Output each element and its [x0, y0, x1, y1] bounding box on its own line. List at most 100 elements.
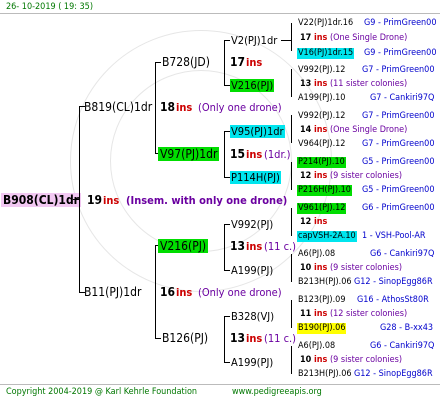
- col4-r2-count: 17: [300, 33, 312, 43]
- footer-url[interactable]: www.pedigreeapis.org: [232, 388, 322, 397]
- footer-rule: [0, 384, 440, 385]
- parent-lower-ins-word: ins: [176, 286, 193, 299]
- grandparent-4-label[interactable]: B126(PJ): [162, 332, 208, 344]
- grandparent-2-label[interactable]: V97(PJ)1dr: [158, 147, 220, 161]
- col4-r2-ins: ins: [314, 33, 328, 43]
- col4-r19-label[interactable]: B123(PJ).09: [298, 296, 345, 305]
- col4-r9-label[interactable]: V964(PJ).12: [298, 140, 345, 149]
- col4-r20-ins: ins: [314, 309, 328, 319]
- connector-g3-h1: [224, 224, 230, 225]
- grandparent-3-label[interactable]: V216(PJ): [158, 239, 209, 253]
- grandparent-1-ins-count: 17: [230, 55, 246, 69]
- grandparent-3-ins-word: ins: [246, 240, 263, 253]
- grandparent-4-note: (11 c.): [264, 332, 297, 345]
- col4-r17-ins: ins: [314, 263, 328, 273]
- parent-upper-ins-word: ins: [176, 101, 193, 114]
- col4-r20-count: 11: [300, 309, 312, 319]
- grandparent-2-ins-word: ins: [246, 148, 263, 161]
- col4-r12-suffix: G5 - PrimGreen00: [362, 185, 435, 195]
- col4-r19-suffix: G16 - AthosSt80R: [357, 295, 429, 305]
- header-rule: [0, 13, 440, 14]
- col4-r17-count: 10: [300, 263, 312, 273]
- connector-root-stub: [73, 199, 79, 200]
- col4-r3-suffix: G9 - PrimGreen00: [364, 48, 437, 58]
- grandparent-3-ins-count: 13: [230, 239, 246, 253]
- great-grandparent-7-label[interactable]: B328(VJ): [231, 311, 274, 322]
- col4-r20-note: (12 sister colonies): [330, 309, 408, 319]
- col4-r17-note: (9 sister colonies): [330, 263, 402, 273]
- col4-r13-suffix: G6 - PrimGreen00: [362, 203, 435, 213]
- connector-root: [79, 106, 80, 292]
- col4-r4-suffix: G7 - PrimGreen00: [362, 65, 435, 75]
- pedigree-canvas: 26- 10-2019 ( 19: 35) B908(CL)1dr 19 ins…: [0, 0, 440, 400]
- col4-r5-note: (11 sister colonies): [330, 79, 408, 89]
- col4-r15-suffix: 1 - VSH-Pool-AR: [362, 231, 426, 241]
- connector-gg6: [291, 254, 292, 282]
- connector-upper-h1: [155, 62, 161, 63]
- col4-r7-suffix: G7 - PrimGreen00: [362, 111, 435, 121]
- footer-copyright: Copyright 2004-2019 @ Karl Kehrle Founda…: [6, 387, 198, 397]
- col4-r11-note: (9 sister colonies): [330, 171, 402, 181]
- parent-lower-ins-count: 16: [160, 285, 176, 299]
- col4-r11-ins: ins: [314, 171, 328, 181]
- col4-r9-suffix: G7 - PrimGreen00: [362, 139, 435, 149]
- connector-gg2: [291, 69, 292, 97]
- grandparent-2-note: (1dr.): [264, 148, 291, 161]
- col4-r16-suffix: G6 - Cankiri97Q: [370, 249, 435, 259]
- col4-r23-count: 10: [300, 355, 312, 365]
- col4-r3-label[interactable]: V16(PJ)1dr.15: [297, 48, 355, 59]
- parent-upper-ins-count: 18: [160, 100, 176, 114]
- root-ins-count: 19: [87, 193, 103, 207]
- connector-gg8: [291, 346, 292, 374]
- root-queen-label[interactable]: B908(CL)1dr: [1, 193, 81, 207]
- col4-r2-note: (One Single Drone): [330, 33, 408, 43]
- great-grandparent-1-label[interactable]: V2(PJ)1dr: [231, 35, 277, 46]
- great-grandparent-2-label[interactable]: V216(PJ): [230, 79, 275, 92]
- great-grandparent-4-label[interactable]: P114H(PJ): [230, 171, 281, 184]
- col4-r6-suffix: G7 - Cankiri97Q: [370, 93, 435, 103]
- connector-g2: [224, 131, 225, 177]
- connector-g3: [224, 224, 225, 270]
- col4-r22-label[interactable]: A6(PJ).08: [298, 342, 335, 351]
- col4-r6-label[interactable]: A199(PJ).10: [298, 94, 345, 103]
- col4-r10-suffix: G5 - PrimGreen00: [362, 157, 435, 167]
- grandparent-4-ins-word: ins: [246, 332, 263, 345]
- col4-r24-label[interactable]: B213H(PJ).06: [298, 370, 352, 379]
- connector-g4-h2: [224, 362, 230, 363]
- col4-r5-count: 13: [300, 79, 312, 89]
- col4-r8-ins: ins: [314, 125, 328, 135]
- col4-r8-note: (One Single Drone): [330, 125, 408, 135]
- grandparent-4-ins-count: 13: [230, 331, 246, 345]
- great-grandparent-3-label[interactable]: V95(PJ)1dr: [230, 125, 285, 138]
- parent-upper-note: (Only one drone): [198, 101, 282, 114]
- col4-r4-label[interactable]: V992(PJ).12: [298, 66, 345, 75]
- col4-r15-label[interactable]: capVSH-2A.10: [297, 231, 357, 242]
- great-grandparent-5-label[interactable]: V992(PJ): [231, 219, 273, 230]
- parent-lower-label[interactable]: B11(PJ)1dr: [84, 286, 141, 298]
- col4-r18-label[interactable]: B213H(PJ).06: [298, 278, 352, 287]
- connector-gg7: [291, 300, 292, 328]
- connector-gg5: [291, 208, 292, 236]
- col4-r13-label[interactable]: V961(PJ).12: [297, 203, 347, 214]
- col4-r7-label[interactable]: V992(PJ).12: [298, 112, 345, 121]
- col4-r21-label[interactable]: B190(PJ).06: [297, 323, 347, 334]
- col4-r21-suffix: G28 - B-xx43: [380, 323, 433, 333]
- great-grandparent-8-label[interactable]: A199(PJ): [231, 357, 273, 368]
- great-grandparent-6-label[interactable]: A199(PJ): [231, 265, 273, 276]
- parent-upper-label[interactable]: B819(CL)1dr: [84, 101, 152, 113]
- col4-r24-suffix: G12 - SinopEgg86R: [354, 369, 433, 379]
- col4-r16-label[interactable]: A6(PJ).08: [298, 250, 335, 259]
- grandparent-3-note: (11 c.): [264, 240, 297, 253]
- grandparent-1-label[interactable]: B728(JD): [162, 56, 210, 68]
- col4-r1-label[interactable]: V22(PJ)1dr.16: [298, 19, 353, 28]
- col4-r14-count: 12: [300, 217, 312, 227]
- col4-r8-count: 14: [300, 125, 312, 135]
- col4-r11-count: 12: [300, 171, 312, 181]
- connector-g1-h1: [224, 40, 230, 41]
- col4-r12-label[interactable]: P216H(PJ).10: [297, 185, 352, 196]
- connector-g3-h2: [224, 270, 230, 271]
- col4-r23-note: (9 sister colonies): [330, 355, 402, 365]
- grandparent-2-ins-count: 15: [230, 147, 246, 161]
- col4-r10-label[interactable]: P214(PJ).10: [297, 157, 346, 168]
- parent-lower-note: (Only one drone): [198, 286, 282, 299]
